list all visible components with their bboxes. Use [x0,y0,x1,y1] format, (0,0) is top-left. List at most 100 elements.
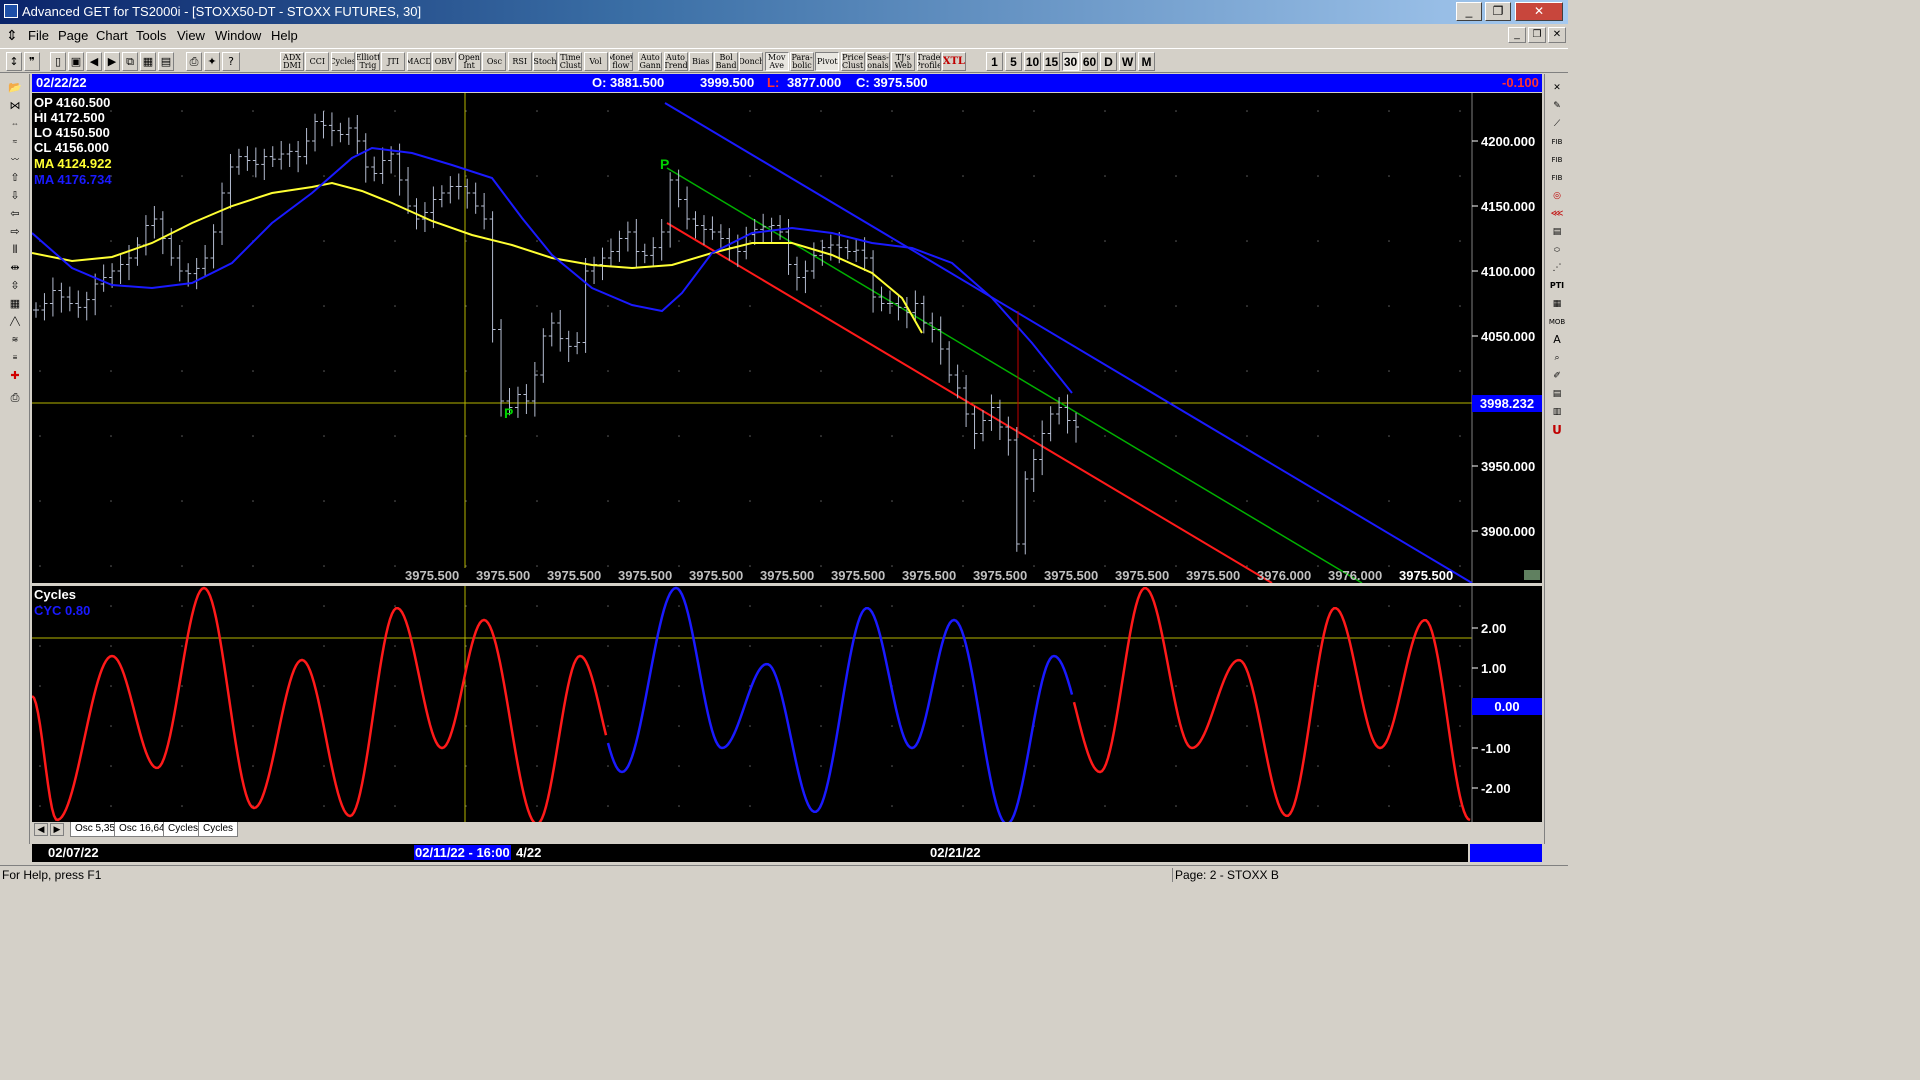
new-icon[interactable]: ▯ [50,52,66,71]
period-button-m[interactable]: M [1138,52,1155,71]
period-button-60[interactable]: 60 [1081,52,1098,71]
cross-icon[interactable]: ✕ [1548,80,1566,96]
period-button-1[interactable]: 1 [986,52,1003,71]
tab-cycles-1[interactable]: Cycles [163,822,204,837]
indicator-button-rsi[interactable]: RSI [507,52,532,71]
undo-icon[interactable]: U [1548,422,1566,438]
fib-time-icon[interactable]: FIB [1548,170,1566,186]
save-icon[interactable]: ▣ [68,52,84,71]
menu-tools[interactable]: Tools [136,28,166,43]
calculator-icon[interactable]: ▤ [1548,386,1566,402]
indicator-button-mov-ave[interactable]: Mov Ave [764,52,789,71]
copy-icon[interactable]: ⧉ [122,52,138,71]
pti-icon[interactable]: PTI [1548,278,1566,294]
print-setup-icon[interactable]: ⎙ [4,390,26,406]
tab-scroll-right-icon[interactable]: ▶ [50,823,64,836]
price-chart-panel[interactable]: 4200.000 4150.000 4100.000 4050.000 3950.000… [32,93,1542,583]
elliott-icon[interactable]: 〰 [4,152,26,168]
print-icon[interactable]: ⎙ [186,52,202,71]
channel-icon[interactable]: ▤ [1548,224,1566,240]
table-icon[interactable]: ▦ [4,296,26,312]
trendline-icon[interactable]: ⟋ [1548,116,1566,132]
indicator-button-xtl[interactable]: XTL [941,52,966,71]
pencil-icon[interactable]: ✎ [1548,98,1566,114]
scroll-corner-icon[interactable] [1524,570,1540,580]
fan-icon[interactable]: ⋘ [1548,206,1566,222]
ellipse-icon[interactable]: ⬭ [1548,242,1566,258]
forward-icon[interactable]: ▶ [104,52,120,71]
period-button-w[interactable]: W [1119,52,1136,71]
quote-icon[interactable]: ❞ [24,52,40,71]
gann-icon[interactable]: ≋ [4,332,26,348]
mdi-minimize-button[interactable]: _ [1508,27,1526,43]
paste-icon[interactable]: ▤ [158,52,174,71]
pattern-icon[interactable]: ⋈ [4,98,26,114]
crosshair-icon[interactable]: ✚ [4,368,26,384]
tab-osc-16-64[interactable]: Osc 16,64 [114,822,170,837]
indicator-button-seas-onals[interactable]: Seas- onals [865,52,890,71]
spiral-icon[interactable]: ◎ [1548,188,1566,204]
period-button-d[interactable]: D [1100,52,1117,71]
arrow-down-icon[interactable]: ⇩ [4,188,26,204]
fib-ret-icon[interactable]: FIB [1548,134,1566,150]
reset-icon[interactable]: ⇔ [4,116,26,132]
indicator-button-para-bolic[interactable]: Para- bolic [790,52,814,71]
menu-view[interactable]: View [177,28,205,43]
menu-window[interactable]: Window [215,28,261,43]
grid-icon[interactable]: ▦ [140,52,156,71]
period-button-15[interactable]: 15 [1043,52,1060,71]
period-button-30[interactable]: 30 [1062,52,1079,71]
pointer-icon[interactable]: ↕ [6,52,22,71]
paint-icon[interactable]: ✐ [1548,368,1566,384]
indicator-button-donch[interactable]: Donch [739,52,764,71]
menu-help[interactable]: Help [271,28,298,43]
fib-ext-icon[interactable]: FIB [1548,152,1566,168]
arrow-left-icon[interactable]: ⇦ [4,206,26,222]
study-icon[interactable]: ≈ [4,134,26,150]
zoom-icon[interactable]: ⌕ [1548,350,1566,366]
indicator-button-obv[interactable]: OBV [431,52,456,71]
open-folder-icon[interactable]: 📂 [4,80,26,96]
indicator-button-elliott-trig[interactable]: Elliott Trig [355,52,380,71]
indicator-button-macd[interactable]: MACD [406,52,431,71]
indicator-button-trade-profile[interactable]: Trade Profile [916,52,941,71]
indicator-button-vol[interactable]: Vol [583,52,608,71]
fib-icon[interactable]: ≡ [4,350,26,366]
maximize-button[interactable]: ❐ [1485,2,1511,21]
notes-icon[interactable]: ▥ [1548,404,1566,420]
cycles-panel[interactable]: 2.00 1.00 -1.00 -2.00 Cycles CYC 0.80 0.00 [32,586,1542,822]
indicator-button-tjs-web[interactable]: TJ's Web [891,52,916,71]
lines-icon[interactable]: ╱╲ [4,314,26,330]
indicator-button-stoch[interactable]: Stoch [533,52,557,71]
indicator-button-auto-gann[interactable]: Auto Gann [638,52,663,71]
arrow-right-icon[interactable]: ⇨ [4,224,26,240]
mdi-restore-button[interactable]: ❐ [1528,27,1546,43]
indicator-button-cycles[interactable]: Cycles [330,52,355,71]
back-icon[interactable]: ◀ [86,52,102,71]
minimize-button[interactable]: _ [1456,2,1482,21]
indicator-button-adx-dmi[interactable]: ADX DMI [280,52,304,71]
period-button-5[interactable]: 5 [1005,52,1022,71]
mdi-doc-icon[interactable]: ⇕ [6,27,18,44]
help-icon[interactable]: ? [222,52,240,71]
text-tool-icon[interactable]: A [1548,332,1566,348]
indicator-button-bias[interactable]: Bias [688,52,713,71]
indicator-button-osc[interactable]: Osc [482,52,507,71]
indicator-button-time-clust[interactable]: Time Clust [558,52,583,71]
close-button[interactable]: ✕ [1515,2,1563,21]
gann-fan-icon[interactable]: ⋰ [1548,260,1566,276]
tab-osc-5-35[interactable]: Osc 5,35 [70,822,121,837]
menu-chart[interactable]: Chart [96,28,128,43]
bulb-icon[interactable]: ✦ [204,52,220,71]
menu-file[interactable]: File [28,28,49,43]
period-button-10[interactable]: 10 [1024,52,1041,71]
indicator-button-money-flow[interactable]: Money flow [608,52,633,71]
compress-icon[interactable]: ⇳ [4,278,26,294]
indicator-button-jti[interactable]: JTI [381,52,406,71]
indicator-button-cci[interactable]: CCI [305,52,330,71]
expand-icon[interactable]: ⇹ [4,260,26,276]
indicator-button-auto-trend[interactable]: Auto Trend [663,52,688,71]
tab-cycles-2[interactable]: Cycles [198,822,239,837]
grid-tool-icon[interactable]: ▦ [1548,296,1566,312]
mdi-close-button[interactable]: ✕ [1548,27,1566,43]
